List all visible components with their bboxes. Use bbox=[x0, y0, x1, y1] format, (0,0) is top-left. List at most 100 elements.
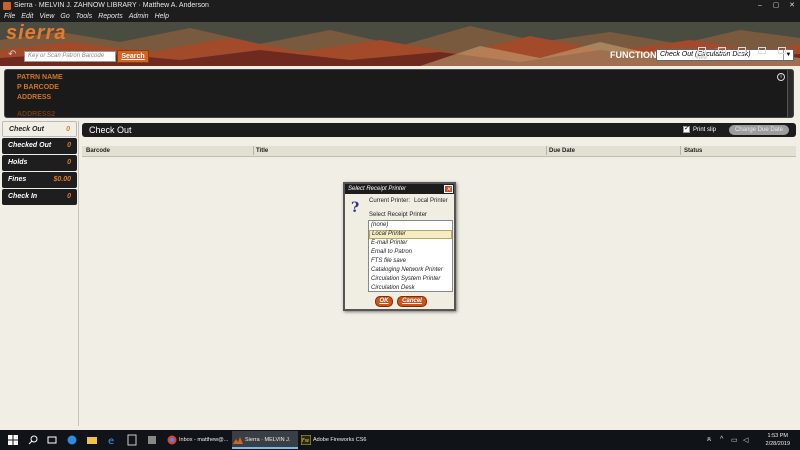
printer-option-selected[interactable]: Local Printer bbox=[369, 230, 452, 239]
search-button[interactable]: Search bbox=[117, 50, 149, 63]
window-title: Sierra · MELVIN J. ZAHNOW LIBRARY · Matt… bbox=[14, 2, 209, 9]
fireworks-icon: Fw bbox=[301, 435, 311, 445]
taskbar-app-chrome[interactable]: Inbox - matthew@... bbox=[166, 431, 230, 449]
printer-option[interactable]: FTS file save bbox=[369, 257, 452, 266]
nav-fines-count: $0.00 bbox=[53, 176, 71, 183]
cancel-button[interactable]: Cancel bbox=[397, 296, 427, 307]
patron-info-panel: PATRN NAME P BARCODE ADDRESS ADDRESS2 i bbox=[4, 69, 794, 118]
print-slip-checkbox[interactable] bbox=[683, 125, 690, 133]
internet-explorer-icon[interactable]: e bbox=[106, 434, 118, 446]
minimize-button[interactable]: – bbox=[752, 0, 768, 12]
patron-address-label: ADDRESS bbox=[17, 94, 52, 101]
menu-view[interactable]: View bbox=[39, 12, 54, 22]
save-icon bbox=[738, 47, 746, 54]
volume-icon[interactable]: ◁ bbox=[743, 436, 748, 444]
nav-check-out-count: 0 bbox=[66, 126, 70, 133]
menu-file[interactable]: File bbox=[4, 12, 15, 22]
print-icon bbox=[758, 47, 766, 54]
people-icon[interactable]: ጰ bbox=[707, 436, 711, 444]
nav-check-out[interactable]: Check Out 0 bbox=[2, 121, 77, 137]
toolbar-item-4[interactable] bbox=[752, 45, 772, 67]
menu-reports[interactable]: Reports bbox=[98, 12, 123, 22]
menu-admin[interactable]: Admin bbox=[129, 12, 149, 22]
patron-barcode-input[interactable]: Key or Scan Patron Barcode bbox=[24, 51, 116, 62]
info-icon[interactable]: i bbox=[777, 73, 785, 81]
change-due-date-button[interactable]: Change Due Date bbox=[729, 125, 789, 135]
nav-check-in[interactable]: Check In 0 bbox=[2, 189, 77, 205]
printer-option[interactable]: Circulation Desk bbox=[369, 284, 452, 293]
app-icon[interactable] bbox=[146, 434, 158, 446]
printer-list[interactable]: (none) Local Printer E-mail Printer Emai… bbox=[368, 220, 453, 292]
title-bar: Sierra · MELVIN J. ZAHNOW LIBRARY · Matt… bbox=[0, 0, 800, 12]
patron-address2-label: ADDRESS2 bbox=[17, 111, 56, 116]
nav-checked-out-count: 0 bbox=[67, 142, 71, 149]
toolbar-new-label: New bbox=[696, 55, 707, 61]
checkout-table-header: Barcode Title Due Date Status bbox=[82, 146, 796, 157]
nav-fines[interactable]: Fines $0.00 bbox=[2, 172, 77, 188]
nav-check-out-label: Check Out bbox=[9, 126, 45, 133]
calculator-icon[interactable] bbox=[126, 434, 138, 446]
dialog-title-bar: Select Receipt Printer ✕ bbox=[345, 184, 454, 194]
column-separator[interactable] bbox=[546, 146, 547, 155]
column-barcode[interactable]: Barcode bbox=[86, 146, 110, 157]
print-slip-toggle[interactable]: Print slip bbox=[683, 125, 717, 134]
print-slip-label: Print slip bbox=[693, 127, 717, 134]
printer-option[interactable]: E-mail Printer bbox=[369, 239, 452, 248]
close-record-icon bbox=[778, 47, 786, 54]
select-printer-label: Select Receipt Printer bbox=[369, 212, 428, 218]
file-explorer-icon[interactable] bbox=[86, 434, 98, 446]
column-status[interactable]: Status bbox=[684, 146, 702, 157]
dialog-close-button[interactable]: ✕ bbox=[444, 185, 453, 193]
sierra-app-icon bbox=[3, 2, 11, 10]
document-icon bbox=[718, 47, 726, 54]
svg-text:Fw: Fw bbox=[302, 438, 309, 444]
menu-edit[interactable]: Edit bbox=[21, 12, 33, 22]
toolbar-new[interactable]: New bbox=[692, 45, 712, 67]
nav-checked-out-label: Checked Out bbox=[8, 142, 52, 149]
nav-checked-out[interactable]: Checked Out 0 bbox=[2, 138, 77, 154]
sierra-logo: sierra bbox=[6, 22, 67, 44]
printer-option[interactable]: Circulation System Printer bbox=[369, 275, 452, 284]
printer-option[interactable]: Email to Patron bbox=[369, 248, 452, 257]
printer-option[interactable]: (none) bbox=[369, 221, 452, 230]
column-separator[interactable] bbox=[253, 146, 254, 155]
nav-check-in-count: 0 bbox=[67, 193, 71, 200]
taskbar-app-label: Inbox - matthew@... bbox=[179, 437, 229, 443]
back-arrow-icon[interactable]: ↶ bbox=[8, 49, 16, 60]
dialog-title: Select Receipt Printer bbox=[348, 186, 407, 192]
taskbar-app-sierra[interactable]: Sierra · MELVIN J. Z... bbox=[232, 431, 298, 449]
column-title[interactable]: Title bbox=[256, 146, 268, 157]
toolbar-item-5[interactable] bbox=[772, 45, 792, 67]
toolbar-item-3[interactable] bbox=[732, 45, 752, 67]
select-receipt-printer-dialog: Select Receipt Printer ✕ ? Current Print… bbox=[343, 182, 456, 311]
menu-go[interactable]: Go bbox=[60, 12, 69, 22]
nav-holds-label: Holds bbox=[8, 159, 28, 166]
patron-panel-scrollbar[interactable] bbox=[787, 70, 793, 117]
chrome-icon bbox=[167, 435, 177, 445]
column-due-date[interactable]: Due Date bbox=[549, 146, 575, 157]
network-icon[interactable]: ▭ bbox=[731, 436, 738, 444]
close-button[interactable]: ✕ bbox=[784, 0, 800, 12]
maximize-button[interactable]: ▢ bbox=[768, 0, 784, 12]
menu-help[interactable]: Help bbox=[155, 12, 169, 22]
taskbar-app-fireworks[interactable]: Fw Adobe Fireworks CS6 bbox=[300, 431, 372, 449]
chevron-up-icon[interactable]: ^ bbox=[720, 436, 723, 443]
left-divider[interactable] bbox=[78, 121, 79, 426]
new-icon bbox=[698, 47, 706, 54]
system-clock[interactable]: 1:53 PM 2/28/2019 bbox=[766, 432, 790, 448]
task-view-icon[interactable] bbox=[46, 434, 58, 446]
edge-icon[interactable] bbox=[66, 434, 78, 446]
toolbar-item-2[interactable] bbox=[712, 45, 732, 67]
patron-name-label: PATRN NAME bbox=[17, 74, 63, 81]
search-icon[interactable] bbox=[27, 434, 39, 446]
page-title: Check Out bbox=[89, 125, 132, 135]
current-printer-value: Local Printer bbox=[414, 198, 448, 204]
toolbar: New bbox=[692, 45, 800, 67]
windows-start-icon[interactable] bbox=[7, 434, 19, 446]
current-printer: Current Printer: Local Printer bbox=[369, 198, 448, 204]
nav-holds[interactable]: Holds 0 bbox=[2, 155, 77, 171]
column-separator[interactable] bbox=[680, 146, 681, 155]
printer-option[interactable]: Cataloging Network Printer bbox=[369, 266, 452, 275]
menu-tools[interactable]: Tools bbox=[76, 12, 92, 22]
ok-button[interactable]: OK bbox=[375, 296, 393, 307]
